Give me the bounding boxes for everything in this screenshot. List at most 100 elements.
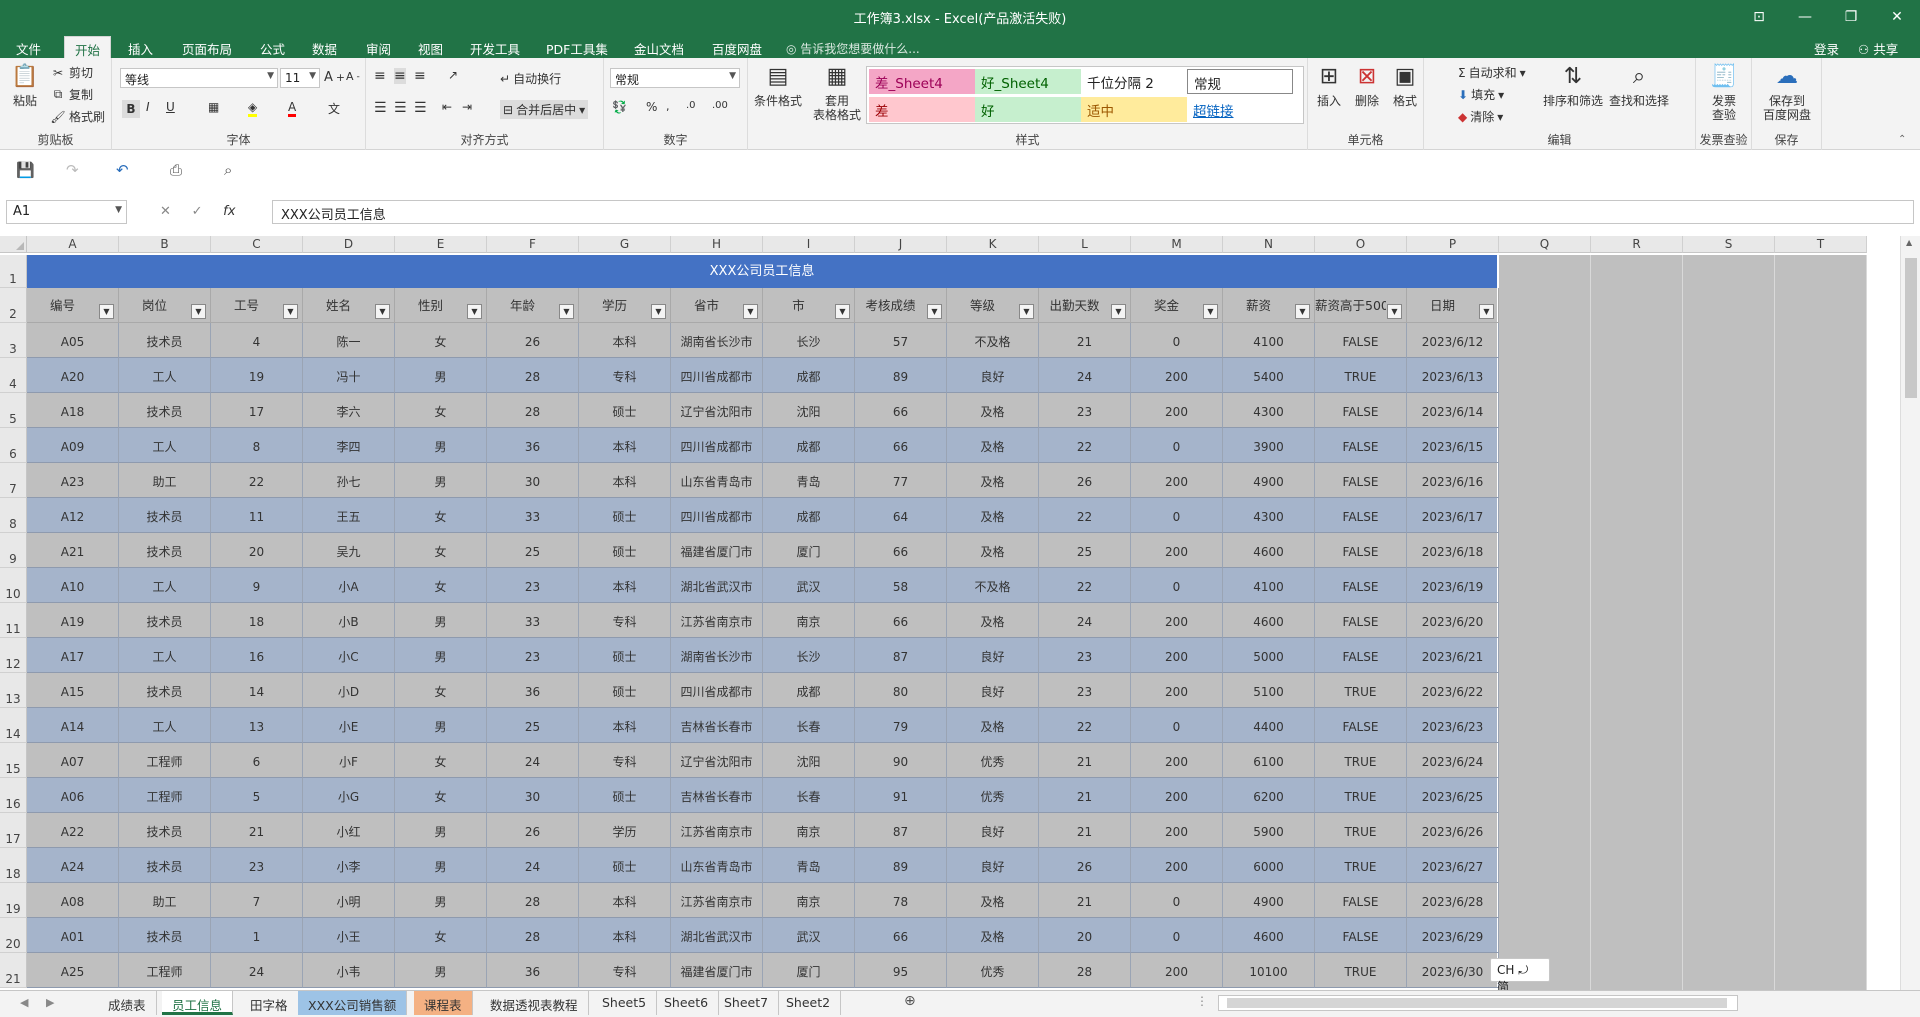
table-cell[interactable]: 6 [211,743,303,778]
table-cell[interactable]: 4 [211,323,303,358]
table-cell[interactable]: 王五 [303,498,395,533]
table-cell[interactable]: A24 [27,848,119,883]
table-cell[interactable]: 助工 [119,883,211,918]
table-cell[interactable]: 24 [487,743,579,778]
table-cell[interactable]: A19 [27,603,119,638]
tab-kingsoft-docs[interactable]: 金山文档 [624,36,694,58]
table-cell[interactable]: 33 [487,498,579,533]
table-cell[interactable]: 2023/6/24 [1407,743,1499,778]
table-cell[interactable]: 小D [303,673,395,708]
row-header[interactable]: 14 [0,708,27,743]
table-cell[interactable]: 江苏省南京市 [671,603,763,638]
table-cell[interactable]: 23 [1039,673,1131,708]
filter-dropdown-icon[interactable]: ▼ [651,304,666,319]
tab-home[interactable]: 开始 [64,36,112,58]
table-cell[interactable]: 武汉 [763,568,855,603]
table-cell[interactable]: 28 [1039,953,1131,988]
table-cell[interactable]: 武汉 [763,918,855,953]
table-cell[interactable]: 男 [395,603,487,638]
sort-filter-button[interactable]: ⇅ 排序和筛选 [1542,62,1604,109]
table-cell[interactable]: 小李 [303,848,395,883]
table-cell[interactable]: 男 [395,638,487,673]
table-cell[interactable]: A12 [27,498,119,533]
table-cell[interactable]: 4300 [1223,393,1315,428]
cut-button[interactable]: ✂ 剪切 [50,64,93,81]
row-header[interactable]: 11 [0,603,27,638]
table-cell[interactable]: 及格 [947,708,1039,743]
table-cell[interactable]: 四川省成都市 [671,673,763,708]
align-top-button[interactable]: ≡ [374,68,386,84]
header-cell[interactable]: 岗位 ▼ [119,288,211,323]
column-header[interactable]: P [1407,236,1499,253]
share-button[interactable]: ⚇ 共享 [1858,39,1898,58]
table-cell[interactable]: 本科 [579,323,671,358]
table-cell[interactable]: 2023/6/29 [1407,918,1499,953]
table-cell[interactable]: 22 [1039,428,1131,463]
table-cell[interactable]: 工人 [119,708,211,743]
copy-button[interactable]: ⧉ 复制 [50,86,93,103]
column-header[interactable]: N [1223,236,1315,253]
table-cell[interactable]: 硕士 [579,638,671,673]
align-bottom-button[interactable]: ≡ [414,68,426,84]
table-cell[interactable]: 36 [487,428,579,463]
table-cell[interactable]: 4100 [1223,323,1315,358]
table-cell[interactable]: 19 [211,358,303,393]
table-cell[interactable]: 91 [855,778,947,813]
table-cell[interactable]: 长春 [763,708,855,743]
minimize-button[interactable]: — [1782,0,1828,34]
header-cell[interactable]: 出勤天数 ▼ [1039,288,1131,323]
table-cell[interactable]: 南京 [763,883,855,918]
table-cell[interactable]: 200 [1131,358,1223,393]
tell-me-box[interactable]: ◎ 告诉我您想要做什么... [786,40,920,57]
table-cell[interactable]: 4600 [1223,603,1315,638]
filter-dropdown-icon[interactable]: ▼ [835,304,850,319]
table-cell[interactable]: 2023/6/26 [1407,813,1499,848]
table-cell[interactable]: TRUE [1315,778,1407,813]
table-cell[interactable]: 良好 [947,813,1039,848]
tab-developer[interactable]: 开发工具 [460,36,530,58]
table-cell[interactable]: 2023/6/13 [1407,358,1499,393]
table-cell[interactable]: 57 [855,323,947,358]
filter-dropdown-icon[interactable]: ▼ [375,304,390,319]
filter-dropdown-icon[interactable]: ▼ [1479,304,1494,319]
table-cell[interactable]: A10 [27,568,119,603]
tab-data[interactable]: 数据 [302,36,347,58]
table-cell[interactable]: 23 [487,568,579,603]
header-cell[interactable]: 市 ▼ [763,288,855,323]
vertical-scrollbar[interactable]: ▲ [1900,236,1920,990]
header-cell[interactable]: 奖金 ▼ [1131,288,1223,323]
more-icon[interactable]: ⋮ [1196,994,1208,1008]
row-header[interactable]: 15 [0,743,27,778]
format-cells-button[interactable]: ▣ 格式 [1388,62,1422,109]
table-cell[interactable]: 36 [487,673,579,708]
table-cell[interactable]: 学历 [579,813,671,848]
table-cell[interactable]: 79 [855,708,947,743]
table-cell[interactable]: 5400 [1223,358,1315,393]
table-cell[interactable]: 11 [211,498,303,533]
row-header[interactable]: 7 [0,463,27,498]
table-cell[interactable]: 山东省青岛市 [671,848,763,883]
header-cell[interactable]: 性别 ▼ [395,288,487,323]
table-cell[interactable]: 4100 [1223,568,1315,603]
table-cell[interactable]: 2023/6/20 [1407,603,1499,638]
font-size-select[interactable]: 11 ▼ [280,68,320,88]
table-cell[interactable]: TRUE [1315,743,1407,778]
table-cell[interactable]: 青岛 [763,848,855,883]
table-cell[interactable]: A15 [27,673,119,708]
percent-button[interactable]: % [646,100,657,114]
table-cell[interactable]: 江苏省南京市 [671,813,763,848]
table-cell[interactable]: 21 [1039,883,1131,918]
increase-indent-button[interactable]: ⇥ [462,100,472,114]
column-header[interactable]: F [487,236,579,253]
table-cell[interactable]: 福建省厦门市 [671,533,763,568]
table-cell[interactable]: 孙七 [303,463,395,498]
table-cell[interactable]: 25 [487,708,579,743]
table-cell[interactable]: 23 [1039,393,1131,428]
add-sheet-icon[interactable]: ⊕ [904,993,916,1009]
table-cell[interactable]: 技术员 [119,323,211,358]
table-cell[interactable]: 小G [303,778,395,813]
table-cell[interactable]: 25 [1039,533,1131,568]
fill-button[interactable]: ⬇ 填充 ▾ [1458,86,1504,103]
insert-cells-button[interactable]: ⊞ 插入 [1312,62,1346,109]
filter-dropdown-icon[interactable]: ▼ [1111,304,1126,319]
